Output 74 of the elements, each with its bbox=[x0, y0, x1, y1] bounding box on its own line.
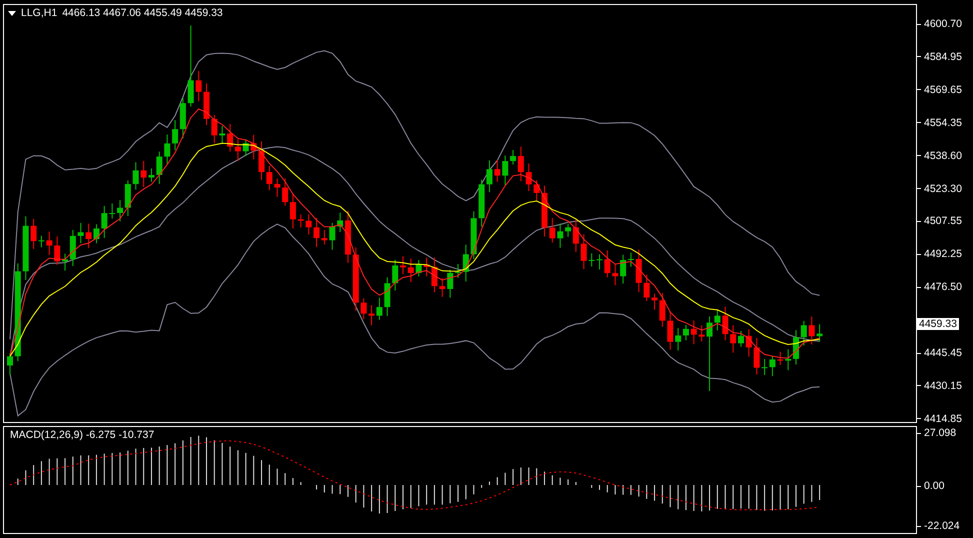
macd-label: MACD(12,26,9) -6.275 -10.737 bbox=[10, 429, 154, 441]
candlestick bbox=[470, 210, 477, 260]
candlestick bbox=[392, 259, 398, 291]
symbol-label: LLG,H1 bbox=[21, 7, 58, 19]
price-axis-label: 4523.30 bbox=[924, 182, 962, 194]
candlestick bbox=[204, 82, 210, 126]
candlestick bbox=[580, 234, 587, 270]
candlestick bbox=[54, 236, 60, 266]
candlestick bbox=[667, 310, 674, 350]
candlestick bbox=[785, 348, 792, 371]
price-axis-label: 4476.50 bbox=[924, 281, 962, 294]
price-axis-label: 4492.25 bbox=[924, 248, 962, 260]
candlestick bbox=[22, 216, 29, 280]
candlestick bbox=[196, 70, 202, 102]
candlestick bbox=[494, 159, 500, 182]
price-axis-label: 4600.70 bbox=[924, 18, 962, 30]
candlestick bbox=[746, 328, 752, 358]
candlestick bbox=[101, 205, 108, 238]
candlestick bbox=[408, 258, 414, 283]
candlestick bbox=[698, 324, 705, 342]
candlestick bbox=[360, 298, 367, 320]
candlestick bbox=[604, 250, 610, 278]
candlestick bbox=[400, 256, 406, 275]
candlestick bbox=[549, 218, 556, 244]
candlestick bbox=[109, 202, 116, 220]
candlestick bbox=[298, 214, 304, 228]
candlestick bbox=[384, 276, 390, 317]
macd-axis-label: 27.098 bbox=[924, 427, 956, 439]
candlestick bbox=[722, 306, 728, 341]
candlestick bbox=[211, 114, 218, 144]
candlestick bbox=[78, 222, 84, 244]
price-axis-label: 4554.35 bbox=[924, 116, 962, 129]
candlestick bbox=[808, 316, 815, 345]
candlestick bbox=[636, 249, 642, 293]
candlestick bbox=[306, 214, 312, 236]
price-axis-label: 4507.55 bbox=[924, 215, 962, 228]
candlestick bbox=[596, 254, 602, 270]
candlestick bbox=[439, 278, 446, 298]
candlestick bbox=[754, 338, 760, 376]
macd-axis-label: -22.024 bbox=[924, 520, 960, 532]
candlestick bbox=[793, 330, 799, 365]
candlestick bbox=[164, 134, 170, 164]
candlestick bbox=[644, 274, 650, 302]
candlestick bbox=[526, 163, 532, 192]
candlestick bbox=[612, 264, 618, 286]
price-axis-label: 4414.85 bbox=[924, 412, 962, 425]
price-axis-label: 4538.60 bbox=[924, 150, 962, 162]
candlestick bbox=[219, 126, 226, 145]
candlestick bbox=[557, 223, 564, 248]
candlestick bbox=[7, 352, 13, 376]
price-axis-label: 4430.15 bbox=[924, 380, 962, 392]
current-price-label: 4459.33 bbox=[917, 318, 959, 330]
candlestick bbox=[416, 260, 422, 278]
candlestick bbox=[690, 320, 697, 345]
candlestick bbox=[502, 154, 508, 186]
candlestick bbox=[274, 178, 280, 198]
candlestick bbox=[132, 162, 139, 190]
dropdown-triangle-icon[interactable] bbox=[8, 10, 16, 16]
candlestick bbox=[329, 222, 336, 250]
candlestick bbox=[242, 138, 249, 157]
candlestick bbox=[352, 246, 359, 312]
candlestick bbox=[447, 269, 454, 298]
candlestick bbox=[816, 324, 823, 342]
price-axis-label: 4445.45 bbox=[924, 347, 962, 359]
price-axis-label: 4569.65 bbox=[924, 84, 962, 96]
candlestick bbox=[156, 151, 162, 184]
ohlc-values: 4466.13 4467.06 4455.49 4459.33 bbox=[62, 7, 223, 19]
candlestick bbox=[800, 320, 807, 346]
price-axis-label: 4584.95 bbox=[924, 50, 962, 63]
macd-axis-label: 0.00 bbox=[924, 480, 944, 492]
candlestick bbox=[250, 134, 257, 160]
candlestick bbox=[777, 351, 784, 366]
candlestick bbox=[46, 231, 52, 256]
candlestick bbox=[588, 252, 595, 267]
